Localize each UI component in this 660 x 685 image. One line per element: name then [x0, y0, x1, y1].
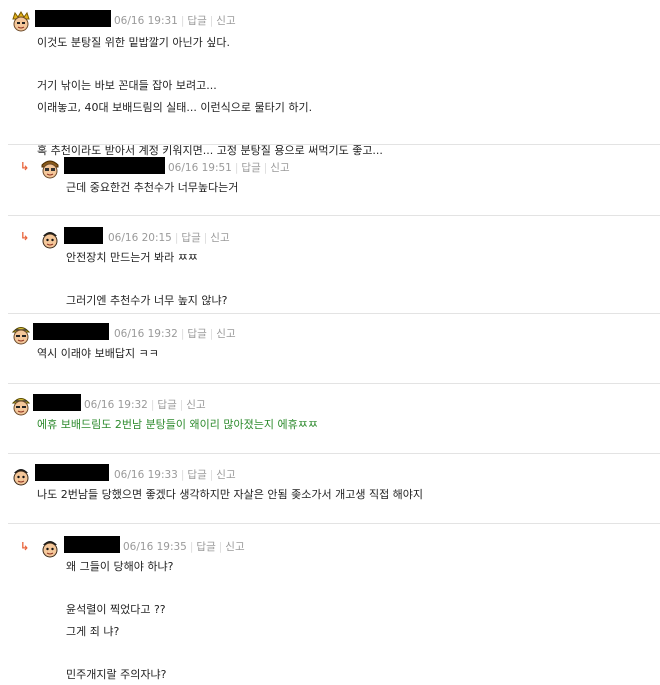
comment-meta: 06/16 19:51|답글|신고 [168, 160, 290, 175]
report-link[interactable]: 신고 [225, 541, 244, 553]
comment-line: 에휴 보배드림도 2번남 분탕들이 왜이리 많아졌는지 에휴ㅉㅉ [37, 414, 318, 436]
comment-line [66, 642, 173, 664]
comment-meta: 06/16 20:15|답글|신고 [108, 230, 230, 245]
level-badge-avatar-black-icon [38, 535, 62, 559]
author-nickname-redacted[interactable] [33, 323, 109, 340]
level-badge-avatar-gold-icon [9, 9, 33, 33]
report-link[interactable]: 신고 [210, 232, 229, 244]
reply-link[interactable]: 답글 [241, 162, 260, 174]
comment-body: 에휴 보배드림도 2번남 분탕들이 왜이리 많아졌는지 에휴ㅉㅉ [37, 414, 318, 436]
author-nickname-redacted[interactable] [64, 157, 165, 174]
comment-line: 나도 2번남들 당했으면 좋겠다 생각하지만 자살은 안됨 좆소가서 개고생 직… [37, 484, 423, 506]
comment-line: 이래놓고, 40대 보배드림의 실태... 이런식으로 물타기 하기. [37, 97, 383, 119]
reply-link[interactable]: 답글 [181, 232, 200, 244]
comment-meta: 06/16 19:31|답글|신고 [114, 13, 236, 28]
comment-line: 이것도 분탕질 위한 밑밥깔기 아닌가 싶다. [37, 32, 383, 54]
level-badge-avatar-striped-icon [9, 393, 33, 417]
comment-meta: 06/16 19:35|답글|신고 [123, 539, 245, 554]
comment-meta: 06/16 19:33|답글|신고 [114, 467, 236, 482]
comment-line: 왜 그들이 당해야 하냐? [66, 556, 173, 578]
comment-line [37, 54, 383, 76]
comment-line: 안전장치 만드는거 봐라 ㅉㅉ [66, 247, 228, 269]
comment-timestamp: 06/16 19:33 [114, 469, 178, 481]
comment-line: 윤석렬이 찍었다고 ?? [66, 599, 173, 621]
comment-divider [8, 144, 660, 145]
report-link[interactable]: 신고 [216, 328, 235, 340]
reply-link[interactable]: 답글 [187, 328, 206, 340]
comment-body: 안전장치 만드는거 봐라 ㅉㅉ 그러기엔 추천수가 너무 높지 않냐? [66, 247, 228, 312]
level-badge-avatar-black-icon [9, 463, 33, 487]
comment-divider [8, 383, 660, 384]
reply-link[interactable]: 답글 [187, 469, 206, 481]
level-badge-avatar-striped-icon [9, 322, 33, 346]
comment-divider [8, 313, 660, 314]
report-link[interactable]: 신고 [270, 162, 289, 174]
comment-line: 그게 죄 냐? [66, 621, 173, 643]
comment-timestamp: 06/16 20:15 [108, 232, 172, 244]
comment-body: 나도 2번남들 당했으면 좋겠다 생각하지만 자살은 안됨 좆소가서 개고생 직… [37, 484, 423, 506]
reply-link[interactable]: 답글 [157, 399, 176, 411]
author-nickname-redacted[interactable] [33, 394, 81, 411]
comment-timestamp: 06/16 19:51 [168, 162, 232, 174]
comment-timestamp: 06/16 19:32 [114, 328, 178, 340]
comment-timestamp: 06/16 19:31 [114, 15, 178, 27]
level-badge-avatar-black-icon [38, 226, 62, 250]
reply-arrow-icon: ↳ [20, 540, 29, 553]
comment-line: 역시 이래야 보배답지 ㅋㅋ [37, 343, 159, 365]
reply-link[interactable]: 답글 [196, 541, 215, 553]
comment-body: 근데 중요한건 추천수가 너무높다는거 [66, 177, 238, 199]
comment-body: 이것도 분탕질 위한 밑밥깔기 아닌가 싶다. 거기 낚이는 바보 꼰대들 잡아… [37, 32, 383, 161]
reply-link[interactable]: 답글 [187, 15, 206, 27]
report-link[interactable]: 신고 [186, 399, 205, 411]
comment-meta: 06/16 19:32|답글|신고 [84, 397, 206, 412]
comment-meta: 06/16 19:32|답글|신고 [114, 326, 236, 341]
comment-line: 민주개지랄 주의자냐? [66, 664, 173, 685]
report-link[interactable]: 신고 [216, 15, 235, 27]
reply-arrow-icon: ↳ [20, 230, 29, 243]
comment-body: 왜 그들이 당해야 하냐? 윤석렬이 찍었다고 ?? 그게 죄 냐? 민주개지랄… [66, 556, 173, 685]
author-nickname-redacted[interactable] [35, 10, 111, 27]
comment-line [66, 578, 173, 600]
author-nickname-redacted[interactable] [64, 227, 103, 244]
comment-line: 그러기엔 추천수가 너무 높지 않냐? [66, 290, 228, 312]
level-badge-avatar-brown-icon [38, 156, 62, 180]
comment-body: 역시 이래야 보배답지 ㅋㅋ [37, 343, 159, 365]
comment-divider [8, 453, 660, 454]
comment-timestamp: 06/16 19:32 [84, 399, 148, 411]
comment-divider [8, 523, 660, 524]
comment-divider [8, 215, 660, 216]
comment-timestamp: 06/16 19:35 [123, 541, 187, 553]
author-nickname-redacted[interactable] [64, 536, 120, 553]
comment-line: 근데 중요한건 추천수가 너무높다는거 [66, 177, 238, 199]
comment-line [66, 269, 228, 291]
comment-line [37, 118, 383, 140]
author-nickname-redacted[interactable] [35, 464, 109, 481]
report-link[interactable]: 신고 [216, 469, 235, 481]
comment-line: 거기 낚이는 바보 꼰대들 잡아 보려고... [37, 75, 383, 97]
reply-arrow-icon: ↳ [20, 160, 29, 173]
